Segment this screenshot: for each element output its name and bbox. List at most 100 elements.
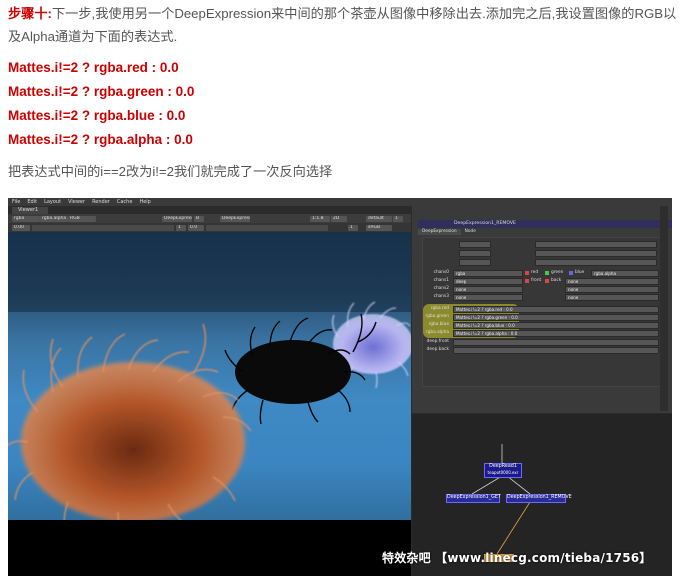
viewer-tab[interactable]: Viewer1 [12,207,48,214]
expression-list: Mattes.i!=2 ? rgba.red : 0.0 Mattes.i!=2… [8,56,688,152]
channel-row-1: chans1 deep front back none [423,277,663,285]
front-checkbox[interactable] [525,278,529,283]
var-row [423,249,663,257]
deepexpression-get-node[interactable]: DeepExpression1_GET [446,494,501,503]
gamma-slider[interactable] [206,224,328,231]
wipe-select[interactable]: B [194,215,204,222]
expr-row-blue: rgba.blue Mattes.i!=2 ? rgba.blue : 0.0 [423,321,663,329]
viewer-image[interactable] [8,232,411,520]
expression-blue: Mattes.i!=2 ? rgba.blue : 0.0 [8,108,186,123]
tab-deepexpression[interactable]: DeepExpression [418,229,461,235]
viewer-timeline[interactable] [8,520,411,576]
properties-body: chans0 rgba red green blue rgba.alpha ch… [422,237,664,387]
format-select[interactable]: default [366,215,392,222]
var-row [423,258,663,266]
expression-green: Mattes.i!=2 ? rgba.green : 0.0 [8,84,195,99]
viewer-toolbar: rgba rgba.alpha RGB DeepExpressi B DeepE… [8,214,411,223]
back-checkbox[interactable] [545,278,549,283]
deepread-file: teapot0000.exr [487,470,519,475]
expr-row-red: rgba.red Mattes.i!=2 ? rgba.red : 0.0 [423,305,663,313]
deep-back-label: deep.back [426,347,449,352]
input-b-select[interactable]: DeepExpressi [220,215,250,222]
orange-fur-teapot [8,323,252,520]
gain-field[interactable]: 0.00 [12,224,30,231]
node-name-header[interactable]: DeepExpression1_REMOVE [418,220,672,228]
menu-edit[interactable]: Edit [27,198,37,206]
channel-select[interactable]: rgba [12,215,40,222]
deep-back-field[interactable] [453,347,659,354]
step-label: 步骤十: [8,6,52,21]
menu-layout[interactable]: Layout [44,198,61,206]
blue-label: blue [575,270,585,275]
var-expr-field[interactable] [535,259,657,266]
alpha-channel-select[interactable]: rgba.alpha [591,270,659,277]
deep-front-field[interactable] [453,339,659,346]
tab-node[interactable]: Node [461,229,480,235]
var-expr-field[interactable] [535,241,657,248]
gain-slider[interactable] [32,224,174,231]
proxy-select[interactable]: 1 [393,215,403,222]
channel-select[interactable]: none [453,286,523,293]
expr-row-alpha: rgba.alpha Mattes.i!=2 ? rgba.alpha : 0.… [423,329,663,337]
channel-select[interactable]: rgba [453,270,523,277]
channel-select[interactable]: none [453,294,523,301]
display-select[interactable]: RGB [68,215,96,222]
alpha-select[interactable]: rgba.alpha [40,215,68,222]
expr-label: rgba.blue [428,322,449,327]
expr-label: rgba.red [430,306,449,311]
properties-tabs: DeepExpression Node [418,229,662,235]
input-a-select[interactable]: DeepExpressi [162,215,192,222]
zoom-select[interactable]: 1:1.8 [310,215,330,222]
menu-file[interactable]: File [12,198,20,206]
gamma-value[interactable]: 0.0 [188,224,204,231]
red-checkbox[interactable] [525,270,529,275]
menu-viewer[interactable]: Viewer [68,198,85,206]
lut-select[interactable]: sRGB [366,224,392,231]
menu-cache[interactable]: Cache [117,198,133,206]
channel-row-2: chans2 none none [423,285,663,293]
var-name-field[interactable] [459,250,491,257]
expr-alpha-field[interactable]: Mattes.i!=2 ? rgba.alpha : 0.0 [453,330,659,337]
expr-red-field[interactable]: Mattes.i!=2 ? rgba.red : 0.0 [453,306,659,313]
extra-channel-select[interactable]: none [565,294,659,301]
expr-blue-field[interactable]: Mattes.i!=2 ? rgba.blue : 0.0 [453,322,659,329]
deepexpression-remove-node[interactable]: DeepExpression1_REMOVE [506,494,572,503]
menu-help[interactable]: Help [139,198,150,206]
gamma-field[interactable]: 1 [176,224,186,231]
var-expr-field[interactable] [535,250,657,257]
var-name-field[interactable] [459,241,491,248]
note-paragraph: 把表达式中间的i==2改为i!=2我们就完成了一次反向选择 [8,164,333,179]
lut-toggle[interactable]: 1 [348,224,358,231]
blue-checkbox[interactable] [569,270,573,275]
green-checkbox[interactable] [545,270,549,275]
extra-channel-select[interactable]: none [565,286,659,293]
properties-panel: DeepExpression1_REMOVE DeepExpression Nod… [412,206,672,413]
properties-scrollbar[interactable] [660,206,668,411]
red-label: red [531,270,539,275]
expr-label: rgba.green [425,314,449,319]
render-illustration [8,232,411,520]
channel-label: chans3 [433,294,449,299]
back-label: back [551,278,562,283]
channel-row-3: chans3 none none [423,293,663,301]
article: 步骤十:下一步,我使用另一个DeepExpression来中间的那个茶壶从图像中… [8,0,688,183]
expr-green-field[interactable]: Mattes.i!=2 ? rgba.green : 0.0 [453,314,659,321]
menu-render[interactable]: Render [92,198,110,206]
expression-alpha: Mattes.i!=2 ? rgba.alpha : 0.0 [8,132,193,147]
deep-front-label: deep.front [426,339,449,344]
channel-row-0: chans0 rgba red green blue rgba.alpha [423,269,663,277]
extra-channel-select[interactable]: none [565,278,659,285]
channel-label: chans0 [433,270,449,275]
var-name-field[interactable] [459,259,491,266]
viewer-toolbar-2: 0.00 1 0.0 1 sRGB [8,223,411,232]
step-paragraph: 步骤十:下一步,我使用另一个DeepExpression来中间的那个茶壶从图像中… [8,0,688,48]
var-row [423,240,663,248]
view-mode-select[interactable]: 2D [331,215,347,222]
step-intro: 下一步,我使用另一个DeepExpression来中间的那个茶壶从图像中移除出去… [8,6,677,44]
expr-label: rgba.alpha [425,330,449,335]
deepread-node[interactable]: DeepRead1 teapot0000.exr [484,463,522,478]
deep-back-row: deep.back [423,346,663,354]
channel-select[interactable]: deep [453,278,523,285]
front-label: front [531,278,542,283]
nuke-screenshot: File Edit Layout Viewer Render Cache Hel… [8,198,672,576]
